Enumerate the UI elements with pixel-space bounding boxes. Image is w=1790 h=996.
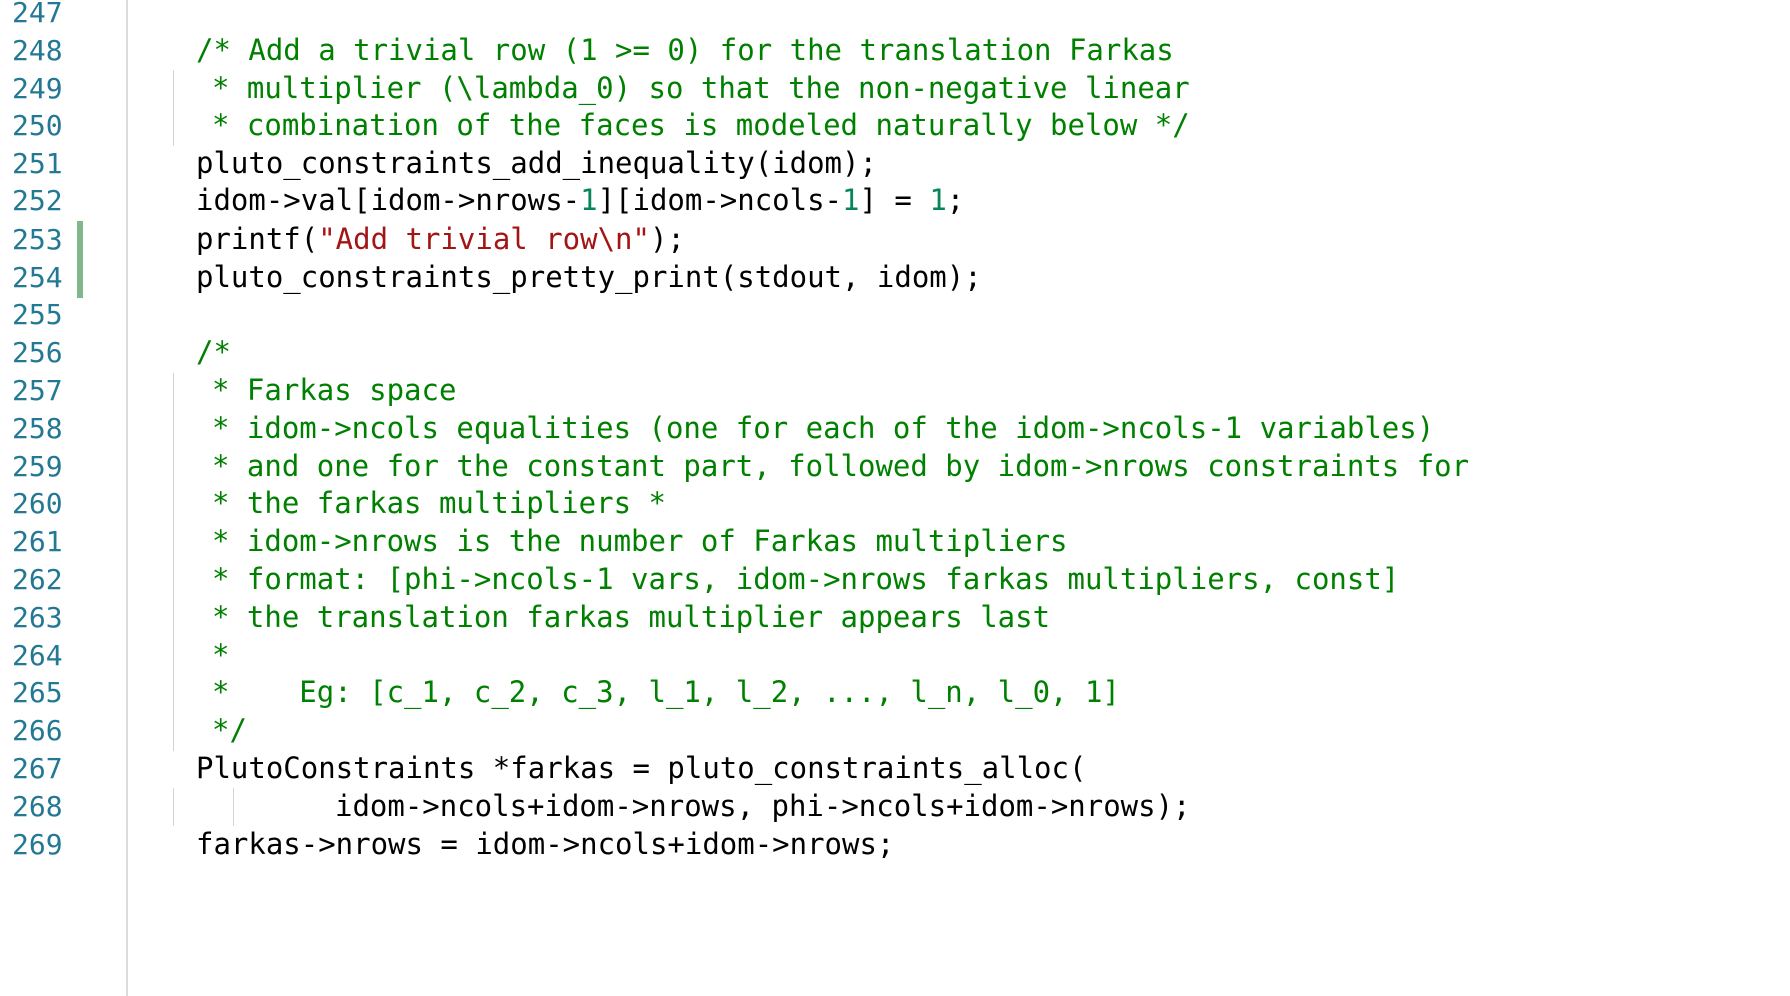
- line-number[interactable]: 258: [12, 407, 63, 450]
- code-comment: * combination of the faces is modeled na…: [212, 108, 1190, 142]
- code-comment: * format: [phi->ncols-1 vars, idom->nrow…: [212, 562, 1400, 596]
- code-line[interactable]: 248 /* Add a trivial row (1 >= 0) for th…: [0, 29, 1790, 72]
- number-literal: 1: [842, 183, 860, 217]
- line-number[interactable]: 265: [12, 671, 63, 714]
- line-number[interactable]: 250: [12, 104, 63, 147]
- code-comment: * the translation farkas multiplier appe…: [212, 600, 1051, 634]
- line-number[interactable]: 261: [12, 520, 63, 563]
- code-comment: * Farkas space: [212, 373, 457, 407]
- code-text: printf("Add trivial row\n");: [196, 218, 685, 261]
- code-comment: * idom->ncols equalities (one for each o…: [212, 411, 1435, 445]
- code-comment: * idom->nrows is the number of Farkas mu…: [212, 524, 1068, 558]
- code-line[interactable]: 261 * idom->nrows is the number of Farka…: [0, 520, 1790, 563]
- code-line[interactable]: 253 printf("Add trivial row\n");: [0, 218, 1790, 261]
- string-literal: "Add trivial row\n": [318, 222, 650, 256]
- line-number[interactable]: 266: [12, 709, 63, 752]
- code-comment: */: [212, 713, 247, 747]
- code-token: ][idom->ncols-: [597, 183, 843, 217]
- code-line[interactable]: 267 PlutoConstraints *farkas = pluto_con…: [0, 747, 1790, 790]
- line-number[interactable]: 263: [12, 596, 63, 639]
- line-number[interactable]: 255: [12, 293, 63, 336]
- code-comment: * the farkas multipliers *: [212, 486, 666, 520]
- code-editor[interactable]: 247 248 /* Add a trivial row (1 >= 0) fo…: [0, 0, 1790, 996]
- code-line[interactable]: 257 * Farkas space: [0, 369, 1790, 412]
- line-number[interactable]: 268: [12, 785, 63, 828]
- line-number[interactable]: 253: [12, 218, 63, 261]
- line-number[interactable]: 252: [12, 179, 63, 222]
- code-line[interactable]: 269 farkas->nrows = idom->ncols+idom->nr…: [0, 823, 1790, 866]
- code-token: idom->val[idom->nrows-: [196, 183, 581, 217]
- code-line[interactable]: 262 * format: [phi->ncols-1 vars, idom->…: [0, 558, 1790, 601]
- code-comment: /*: [196, 335, 231, 369]
- line-number[interactable]: 257: [12, 369, 63, 412]
- code-text: PlutoConstraints *farkas = pluto_constra…: [196, 751, 1087, 785]
- code-line[interactable]: 258 * idom->ncols equalities (one for ea…: [0, 407, 1790, 450]
- code-token: ;: [946, 183, 965, 217]
- code-line[interactable]: 268 idom->ncols+idom->nrows, phi->ncols+…: [0, 785, 1790, 828]
- line-number[interactable]: 262: [12, 558, 63, 601]
- code-line[interactable]: 252 idom->val[idom->nrows-1][idom->ncols…: [0, 179, 1790, 222]
- code-line[interactable]: 265 * Eg: [c_1, c_2, c_3, l_1, l_2, ...,…: [0, 671, 1790, 714]
- code-text: idom->val[idom->nrows-1][idom->ncols-1] …: [196, 179, 964, 222]
- code-token: printf(: [196, 222, 319, 256]
- code-text: idom->ncols+idom->nrows, phi->ncols+idom…: [335, 789, 1191, 823]
- line-number[interactable]: 256: [12, 331, 63, 374]
- code-line[interactable]: 260 * the farkas multipliers *: [0, 482, 1790, 525]
- line-number[interactable]: 269: [12, 823, 63, 866]
- code-text: farkas->nrows = idom->ncols+idom->nrows;: [196, 827, 895, 861]
- code-line[interactable]: 255: [0, 293, 1790, 336]
- code-line[interactable]: 250 * combination of the faces is modele…: [0, 104, 1790, 147]
- code-token: );: [649, 222, 685, 256]
- code-line[interactable]: 263 * the translation farkas multiplier …: [0, 596, 1790, 639]
- code-line[interactable]: 256 /*: [0, 331, 1790, 374]
- code-comment: * Eg: [c_1, c_2, c_3, l_1, l_2, ..., l_n…: [212, 675, 1120, 709]
- code-token: ] =: [859, 183, 930, 217]
- code-comment: /* Add a trivial row (1 >= 0) for the tr…: [196, 33, 1174, 67]
- code-line[interactable]: 266 */: [0, 709, 1790, 752]
- line-number[interactable]: 267: [12, 747, 63, 790]
- number-literal: 1: [580, 183, 598, 217]
- number-literal: 1: [929, 183, 947, 217]
- line-number[interactable]: 260: [12, 482, 63, 525]
- line-number[interactable]: 248: [12, 29, 63, 72]
